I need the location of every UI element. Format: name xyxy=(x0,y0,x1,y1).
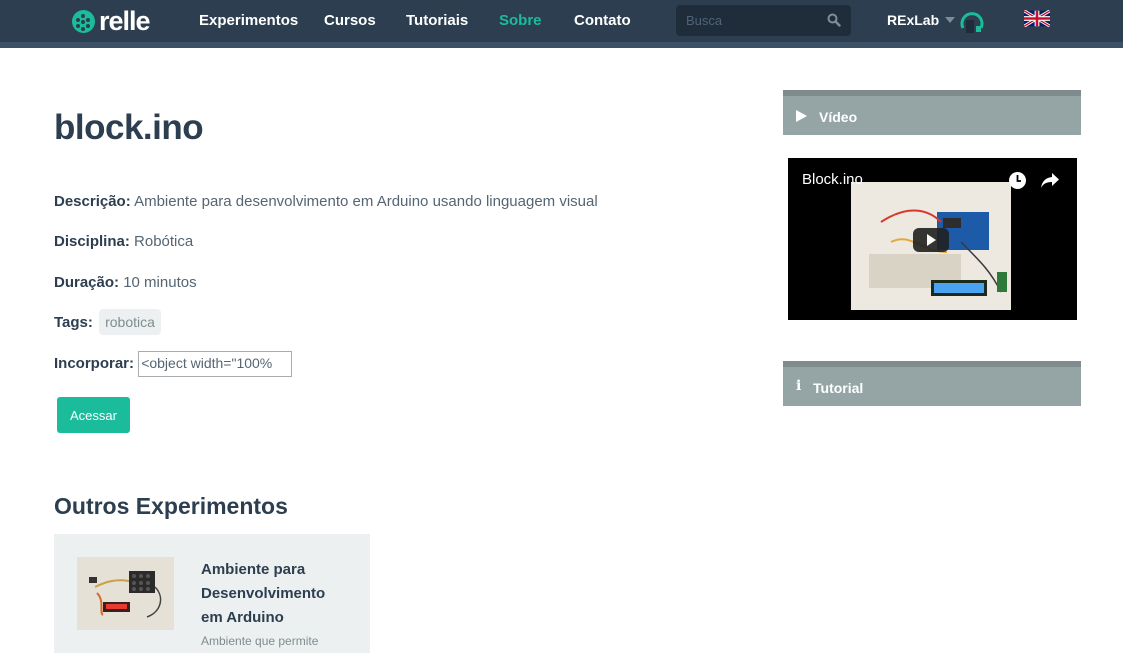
video-panel-header[interactable]: Vídeo xyxy=(783,90,1081,135)
experiment-card[interactable]: Ambiente para Desenvolvimento em Arduino… xyxy=(54,534,370,653)
brand-logo[interactable]: relle xyxy=(72,6,151,36)
discipline-label: Disciplina: xyxy=(54,233,130,250)
description-value: Ambiente para desenvolvimento em Arduino… xyxy=(134,193,598,210)
duration-value: 10 minutos xyxy=(123,274,197,291)
video-panel-title: Vídeo xyxy=(819,109,858,125)
brand-name: relle xyxy=(99,6,151,36)
video-player[interactable]: Block.ino xyxy=(788,158,1077,320)
embed-row: Incorporar: <object width="100% xyxy=(54,351,293,377)
other-experiments-heading: Outros Experimentos xyxy=(54,493,288,519)
access-button[interactable]: Acessar xyxy=(57,397,130,433)
experiment-card-title[interactable]: Ambiente para Desenvolvimento em Arduino xyxy=(201,558,351,630)
search-icon[interactable] xyxy=(827,13,841,27)
top-navbar: relle Experimentos Cursos Tutoriais Sobr… xyxy=(0,0,1123,48)
nav-contato[interactable]: Contato xyxy=(574,12,631,29)
tutorial-panel-title: Tutorial xyxy=(813,380,864,396)
nav-experimentos[interactable]: Experimentos xyxy=(199,12,298,29)
duration-label: Duração: xyxy=(54,274,120,291)
embed-label: Incorporar: xyxy=(54,354,135,372)
play-icon xyxy=(796,110,807,122)
nav-tutoriais[interactable]: Tutoriais xyxy=(406,12,468,29)
search-input[interactable] xyxy=(676,5,826,36)
nav-cursos[interactable]: Cursos xyxy=(324,12,376,29)
rexlab-menu[interactable]: RExLab xyxy=(887,12,939,28)
experiment-card-description: Ambiente que permite xyxy=(201,634,319,648)
uk-flag-icon[interactable] xyxy=(1024,10,1050,27)
duration-row: Duração: 10 minutos xyxy=(54,274,197,291)
tag-badge[interactable]: robotica xyxy=(99,309,161,335)
tutorial-panel-header[interactable]: i Tutorial xyxy=(783,361,1081,406)
description-label: Descrição: xyxy=(54,193,131,210)
tags-label: Tags: xyxy=(54,314,93,331)
rexlab-logo-icon xyxy=(960,12,984,33)
nav-sobre[interactable]: Sobre xyxy=(499,12,542,29)
page-title: block.ino xyxy=(54,108,204,147)
discipline-row: Disciplina: Robótica xyxy=(54,233,193,250)
watch-later-icon[interactable] xyxy=(1008,171,1027,190)
embed-code-field[interactable]: <object width="100% xyxy=(138,351,293,377)
caret-down-icon[interactable] xyxy=(945,17,955,23)
experiment-thumbnail[interactable] xyxy=(77,557,174,630)
description-row: Descrição: Ambiente para desenvolvimento… xyxy=(54,193,598,210)
video-play-button[interactable] xyxy=(913,228,949,252)
discipline-value: Robótica xyxy=(134,233,194,250)
share-icon[interactable] xyxy=(1040,171,1060,189)
tags-row: Tags: robotica xyxy=(54,309,161,335)
search-box xyxy=(676,5,851,36)
video-title[interactable]: Block.ino xyxy=(802,171,863,188)
logo-dots-icon xyxy=(72,9,95,33)
info-icon: i xyxy=(796,378,802,394)
